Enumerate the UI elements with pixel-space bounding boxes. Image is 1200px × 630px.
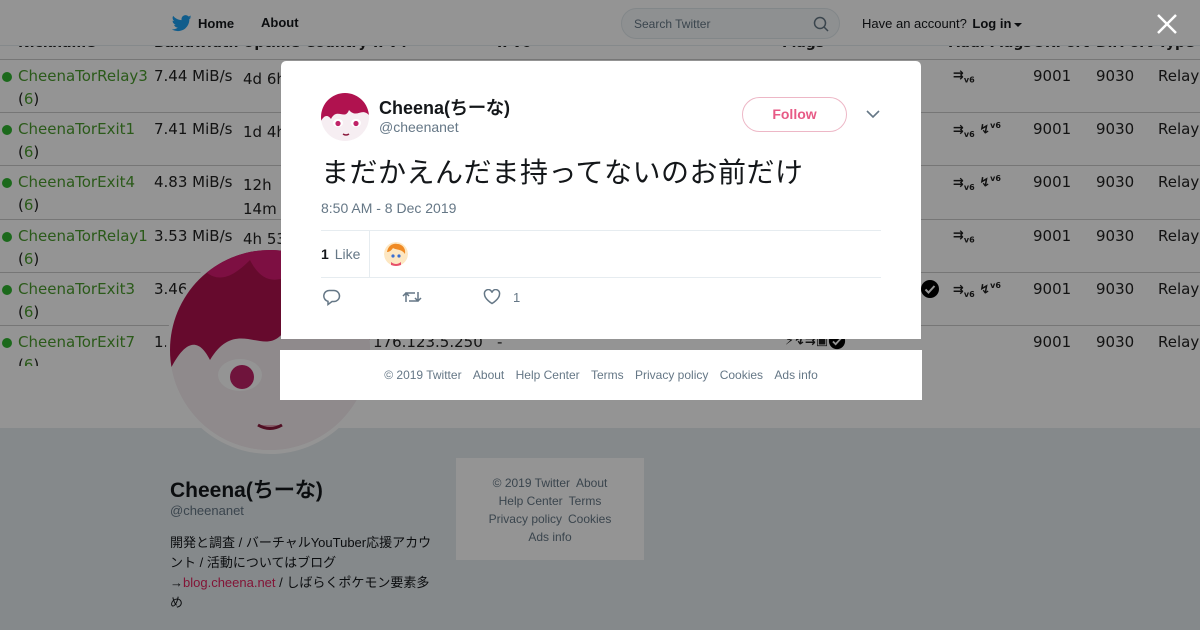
tweet-actions: 1 xyxy=(321,289,881,309)
footer-copyright: © 2019 Twitter xyxy=(384,368,462,382)
footer-privacy-link[interactable]: Privacy policy xyxy=(635,368,708,382)
stats-divider xyxy=(369,231,370,278)
reply-icon xyxy=(323,289,341,306)
footer-terms-link[interactable]: Terms xyxy=(591,368,624,382)
tweet-text: まだかえんだま持ってないのお前だけ xyxy=(321,156,804,189)
close-icon[interactable] xyxy=(1155,12,1179,36)
retweet-icon xyxy=(402,291,422,303)
footer-about-link[interactable]: About xyxy=(473,368,504,382)
modal-footer: © 2019 Twitter About Help Center Terms P… xyxy=(280,350,922,400)
follow-button[interactable]: Follow xyxy=(742,97,847,132)
author-name[interactable]: Cheena(ちーな) xyxy=(379,94,510,120)
tweet-timestamp[interactable]: 8:50 AM - 8 Dec 2019 xyxy=(321,200,456,216)
author-avatar[interactable] xyxy=(321,93,369,141)
tweet-modal: Cheena(ちーな) @cheenanet Follow まだかえんだま持って… xyxy=(281,61,921,339)
like-button[interactable]: 1 xyxy=(483,289,520,305)
like-count: 1 xyxy=(513,289,521,305)
footer-help-link[interactable]: Help Center xyxy=(516,368,580,382)
heart-icon xyxy=(483,289,501,305)
likes-count: 1 xyxy=(321,246,329,262)
reply-button[interactable] xyxy=(323,289,341,306)
likes-label: Like xyxy=(334,246,361,262)
footer-ads-link[interactable]: Ads info xyxy=(774,368,817,382)
chevron-down-icon[interactable] xyxy=(866,109,880,119)
liker-avatar[interactable] xyxy=(384,242,408,266)
likes-stat[interactable]: 1 Like xyxy=(321,246,360,262)
author-handle[interactable]: @cheenanet xyxy=(379,119,459,135)
retweet-button[interactable] xyxy=(402,289,422,305)
tweet-stats: 1 Like xyxy=(321,230,881,278)
footer-cookies-link[interactable]: Cookies xyxy=(720,368,763,382)
